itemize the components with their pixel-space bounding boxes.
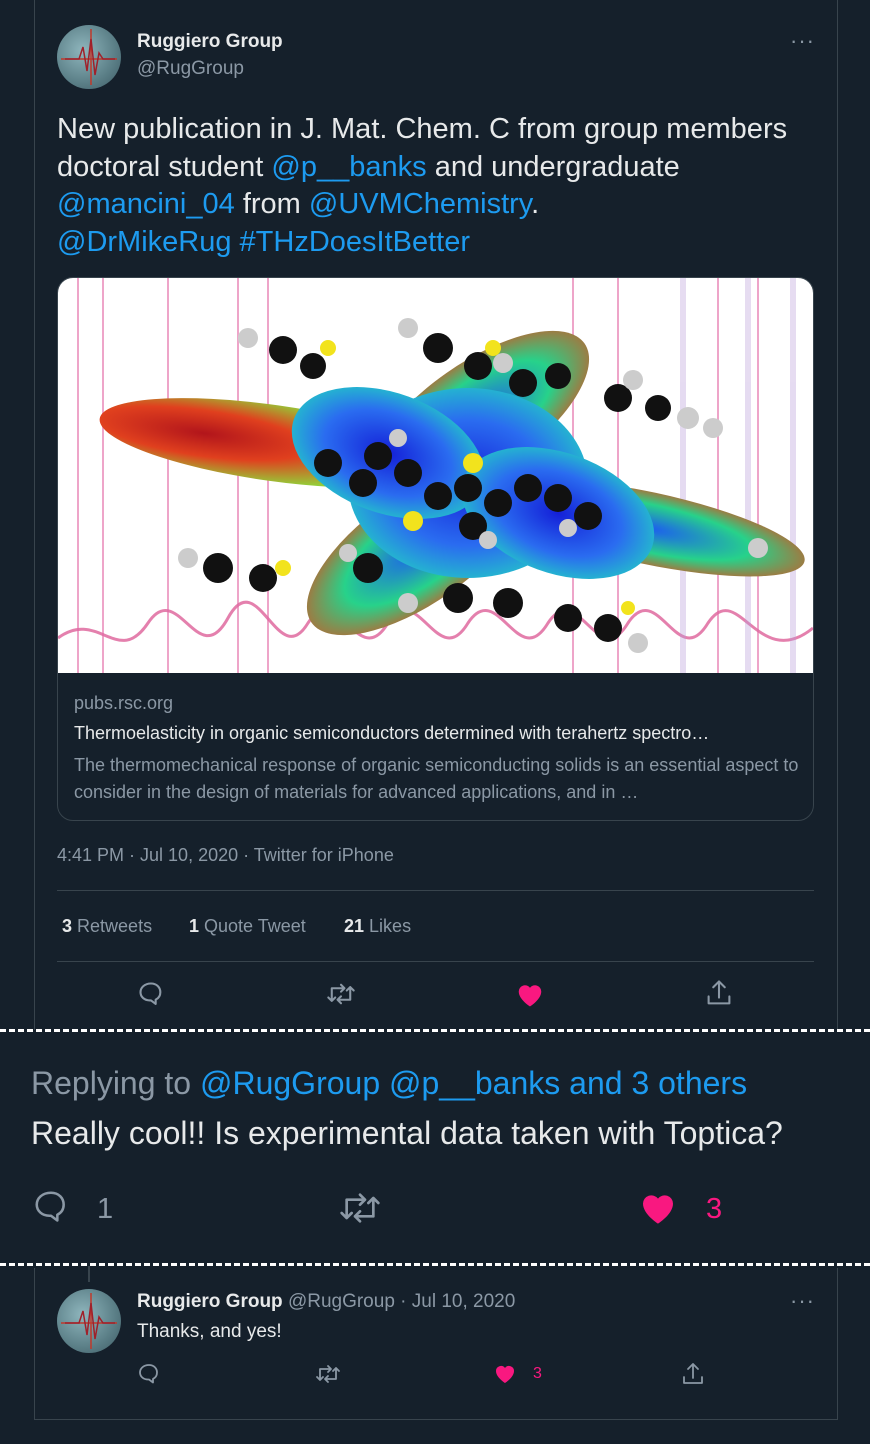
thread-line	[88, 1266, 90, 1282]
link-card-title: Thermoelasticity in organic semiconducto…	[74, 723, 710, 743]
mention-link[interactable]: @DrMikeRug	[57, 226, 231, 258]
likes-count: 21	[344, 916, 365, 936]
like-count: 3	[706, 1193, 723, 1225]
dashed-separator	[0, 1263, 870, 1266]
author-name[interactable]: Ruggiero Group	[137, 1291, 283, 1312]
retweet-icon[interactable]	[326, 980, 356, 1008]
retweets-label: Retweets	[77, 916, 153, 936]
reply-count: 1	[97, 1193, 114, 1225]
reply-icon[interactable]	[137, 1362, 161, 1386]
retweets-count: 3	[62, 916, 73, 936]
divider	[57, 961, 814, 962]
tweet-text-part: .	[531, 188, 540, 220]
share-icon[interactable]	[681, 1361, 705, 1387]
more-options-icon[interactable]: ···	[790, 1288, 815, 1314]
tweet-text-part: from	[234, 188, 309, 220]
link-card-image	[58, 278, 813, 673]
tweet-timestamp[interactable]: 4:41 PM · Jul 10, 2020 · Twitter for iPh…	[57, 845, 394, 866]
likes-stat[interactable]: 21 Likes	[344, 916, 411, 937]
quotes-label: Quote Tweet	[204, 916, 306, 936]
retweets-stat[interactable]: 3 Retweets	[62, 916, 152, 937]
divider	[57, 890, 814, 891]
like-count: 3	[533, 1365, 542, 1382]
link-card[interactable]: pubs.rsc.org Thermoelasticity in organic…	[57, 277, 814, 821]
reply-header: Ruggiero Group @RugGroup · Jul 10, 2020	[137, 1291, 515, 1313]
tweet-text-part	[231, 226, 239, 258]
more-options-icon[interactable]: ···	[790, 28, 815, 54]
link-card-description: The thermomechanical response of organic…	[74, 755, 799, 802]
author-name[interactable]: Ruggiero Group	[137, 31, 283, 53]
link-card-domain: pubs.rsc.org	[74, 693, 174, 713]
author-avatar[interactable]	[57, 25, 121, 89]
mention-link[interactable]: @mancini_04	[57, 188, 235, 220]
tweet-text-part: and undergraduate	[426, 150, 680, 183]
tweet-text: New publication in J. Mat. Chem. C from …	[57, 111, 817, 261]
likes-label: Likes	[369, 916, 412, 936]
share-icon[interactable]	[705, 978, 733, 1008]
author-avatar[interactable]	[57, 1289, 121, 1353]
quotes-count: 1	[189, 916, 200, 936]
like-icon[interactable]	[493, 1362, 517, 1384]
author-handle[interactable]: @RugGroup	[137, 58, 244, 80]
replying-to-prefix: Replying to	[31, 1065, 200, 1101]
divider	[34, 1419, 838, 1420]
mention-link[interactable]: @UVMChemistry	[309, 188, 531, 220]
quote-tweets-stat[interactable]: 1 Quote Tweet	[189, 916, 306, 937]
like-icon[interactable]	[515, 980, 545, 1008]
retweet-icon[interactable]	[338, 1188, 382, 1228]
hashtag-link[interactable]: #THzDoesItBetter	[240, 226, 470, 258]
replying-to: Replying to @RugGroup @p__banks and 3 ot…	[31, 1065, 747, 1102]
reply-text: Thanks, and yes!	[137, 1321, 282, 1342]
dashed-separator	[0, 1029, 870, 1032]
reply-icon[interactable]	[31, 1188, 71, 1226]
retweet-icon[interactable]	[315, 1362, 341, 1386]
reply-icon[interactable]	[137, 980, 165, 1008]
reply-meta[interactable]: @RugGroup · Jul 10, 2020	[288, 1291, 515, 1312]
reply-text: Really cool!! Is experimental data taken…	[31, 1115, 783, 1151]
like-icon[interactable]	[638, 1188, 678, 1226]
replying-to-targets[interactable]: @RugGroup @p__banks and 3 others	[200, 1065, 747, 1101]
mention-link[interactable]: @p__banks	[271, 151, 426, 183]
